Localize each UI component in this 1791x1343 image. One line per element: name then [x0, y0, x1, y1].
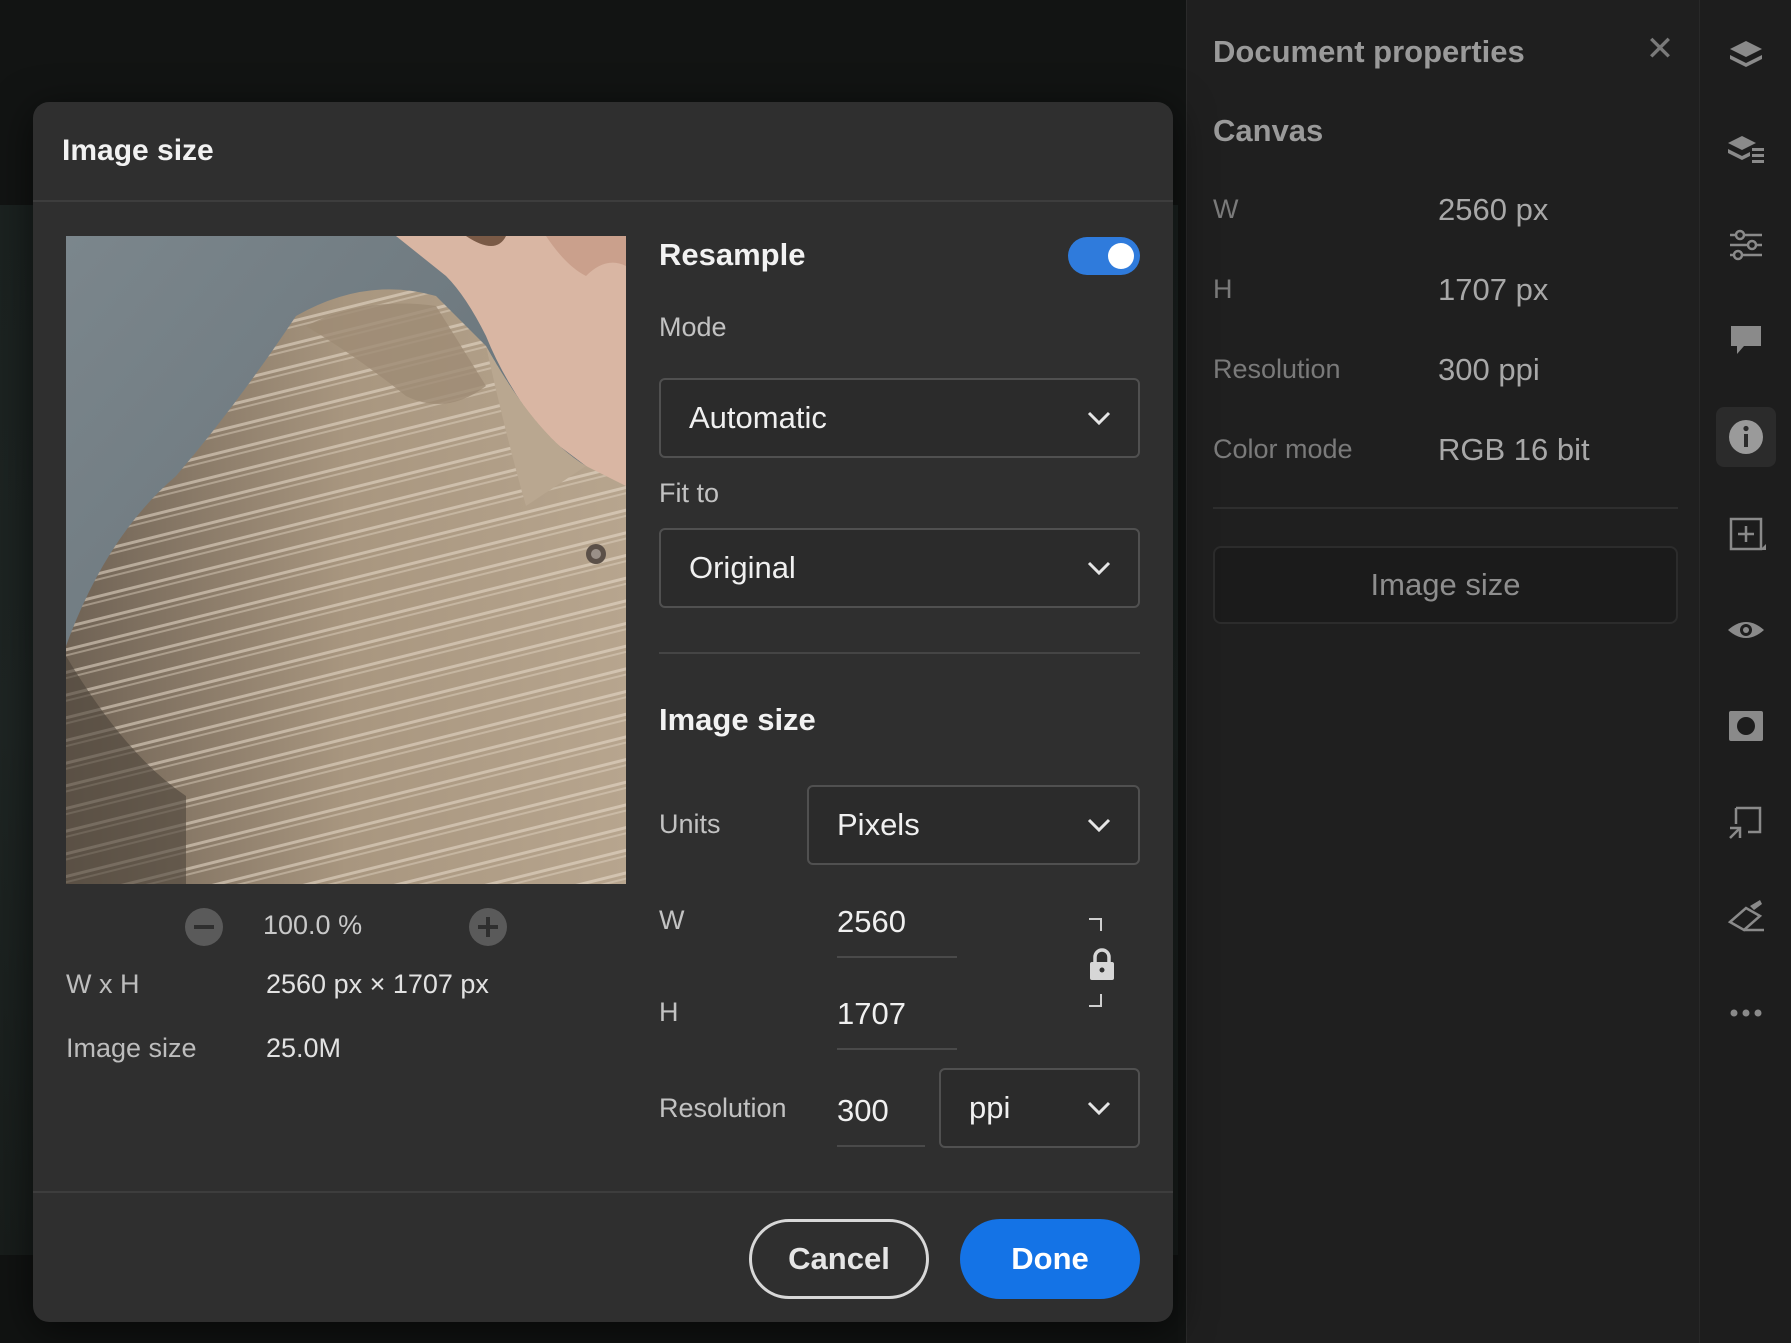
image-preview	[66, 236, 626, 884]
color-mode-value: RGB 16 bit	[1438, 432, 1590, 467]
mode-label: Mode	[659, 312, 727, 342]
color-mode-label: Color mode	[1213, 434, 1353, 464]
layer-properties-icon[interactable]	[1716, 120, 1776, 180]
file-size-label: Image size	[66, 1033, 197, 1063]
resolution-input[interactable]: 300	[837, 1087, 925, 1147]
file-size-value: 25.0M	[266, 1033, 342, 1063]
canvas-resolution-row: Resolution 300 ppi	[1213, 348, 1673, 392]
link-bracket-bottom	[1089, 994, 1102, 1007]
image-size-button[interactable]: Image size	[1213, 546, 1678, 624]
zoom-out-icon[interactable]	[185, 908, 223, 946]
canvas-section-title: Canvas	[1213, 113, 1324, 148]
eraser-icon[interactable]	[1716, 888, 1776, 948]
units-select[interactable]: Pixels	[807, 785, 1140, 865]
chevron-down-icon	[1087, 818, 1111, 833]
width-value: 2560	[837, 904, 906, 939]
transform-icon[interactable]	[1716, 792, 1776, 852]
height-label: H	[659, 997, 679, 1027]
resolution-unit-value: ppi	[969, 1090, 1011, 1125]
resample-toggle[interactable]	[1068, 237, 1140, 275]
more-icon[interactable]	[1716, 983, 1776, 1043]
height-input[interactable]: 1707	[837, 990, 957, 1050]
width-input[interactable]: 2560	[837, 898, 957, 958]
image-size-section-title: Image size	[659, 702, 816, 737]
panel-divider	[1213, 507, 1678, 509]
resolution-label: Resolution	[659, 1093, 787, 1123]
dialog-footer-divider	[33, 1191, 1173, 1193]
dimensions-label: W x H	[66, 969, 140, 999]
width-label: W	[659, 905, 685, 935]
fit-to-label: Fit to	[659, 478, 720, 508]
image-size-dialog: Image size 100.0 % W x H 2560 px × 1707 …	[33, 102, 1173, 1322]
comments-icon[interactable]	[1716, 310, 1776, 370]
chevron-down-icon	[1087, 411, 1111, 426]
canvas-resolution-label: Resolution	[1213, 354, 1341, 384]
canvas-width-value: 2560 px	[1438, 192, 1549, 227]
adjustments-icon[interactable]	[1716, 215, 1776, 275]
chevron-down-icon	[1087, 1101, 1111, 1116]
add-layer-icon[interactable]	[1716, 504, 1776, 564]
zoom-in-icon[interactable]	[469, 908, 507, 946]
units-label: Units	[659, 809, 721, 839]
info-icon[interactable]	[1716, 407, 1776, 467]
panel-title: Document properties	[1213, 34, 1525, 69]
mode-select[interactable]: Automatic	[659, 378, 1140, 458]
layers-icon[interactable]	[1716, 25, 1776, 85]
resample-label: Resample	[659, 237, 806, 272]
document-properties-panel: Document properties ✕ Canvas W 2560 px H…	[1186, 0, 1699, 1343]
section-divider	[659, 652, 1140, 654]
cancel-button[interactable]: Cancel	[749, 1219, 929, 1299]
close-icon[interactable]: ✕	[1645, 32, 1675, 66]
dialog-title: Image size	[62, 134, 214, 167]
units-value: Pixels	[837, 807, 920, 842]
done-button[interactable]: Done	[960, 1219, 1140, 1299]
preview-photo	[66, 236, 626, 884]
resolution-unit-select[interactable]: ppi	[939, 1068, 1140, 1148]
link-bracket-top	[1089, 918, 1102, 931]
dialog-header-divider	[33, 200, 1173, 202]
mask-icon[interactable]	[1716, 696, 1776, 756]
canvas-width-row: W 2560 px	[1213, 188, 1673, 232]
height-value: 1707	[837, 996, 906, 1031]
canvas-height-value: 1707 px	[1438, 272, 1549, 307]
dimensions-value: 2560 px × 1707 px	[266, 969, 489, 999]
resolution-value: 300	[837, 1093, 889, 1128]
canvas-width-label: W	[1213, 194, 1239, 224]
mode-value: Automatic	[689, 400, 827, 435]
fit-to-value: Original	[689, 550, 796, 585]
fit-to-select[interactable]: Original	[659, 528, 1140, 608]
zoom-level: 100.0 %	[263, 910, 363, 940]
canvas-height-row: H 1707 px	[1213, 268, 1673, 312]
canvas-height-label: H	[1213, 274, 1233, 304]
canvas-color-mode-row: Color mode RGB 16 bit	[1213, 428, 1673, 472]
icon-rail	[1699, 0, 1791, 1343]
lock-icon[interactable]	[1088, 947, 1116, 981]
chevron-down-icon	[1087, 561, 1111, 576]
canvas-resolution-value: 300 ppi	[1438, 352, 1540, 387]
visibility-icon[interactable]	[1716, 600, 1776, 660]
